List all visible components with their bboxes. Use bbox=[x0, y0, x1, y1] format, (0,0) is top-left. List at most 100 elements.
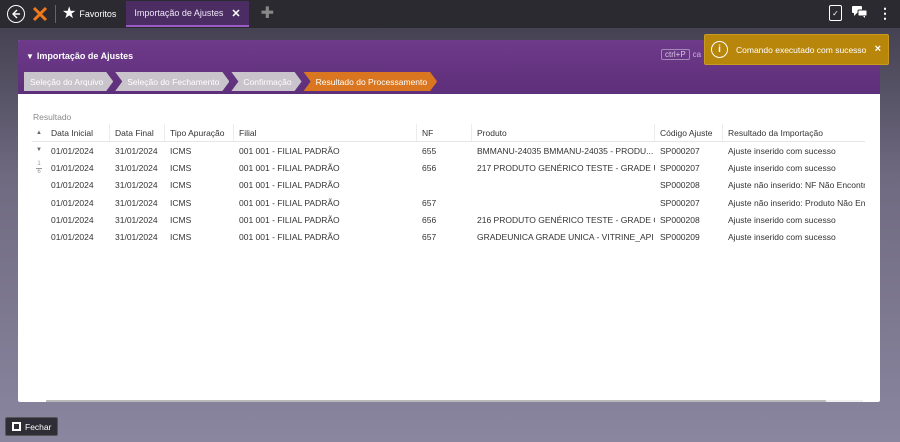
cell-data-final[interactable]: 31/01/2024 bbox=[110, 194, 165, 211]
cell-data-inicial[interactable]: 01/01/2024 bbox=[46, 194, 110, 211]
row-pager[interactable]: 1 6 bbox=[32, 161, 46, 175]
close-icon[interactable]: ✕ bbox=[231, 7, 240, 20]
cell-tipo-apuracao[interactable]: ICMS bbox=[165, 211, 234, 228]
close-icon[interactable]: × bbox=[875, 43, 881, 55]
table-row[interactable]: 01/01/2024 31/01/2024 ICMS 001 001 - FILIAL… bbox=[32, 211, 865, 228]
section-label: Resultado bbox=[33, 112, 72, 122]
back-arrow-icon[interactable] bbox=[7, 5, 25, 23]
cell-filial[interactable]: 001 001 - FILIAL PADRÃO bbox=[234, 142, 417, 159]
cell-data-final[interactable]: 31/01/2024 bbox=[110, 228, 165, 245]
cell-resultado[interactable]: Ajuste inserido com sucesso bbox=[723, 159, 865, 176]
toast-message: Comando executado com sucesso bbox=[736, 44, 867, 55]
cell-filial[interactable]: 001 001 - FILIAL PADRÃO bbox=[234, 194, 417, 211]
cell-resultado[interactable]: Ajuste inserido com sucesso bbox=[723, 211, 865, 228]
sort-asc-icon[interactable]: ▲ bbox=[32, 124, 46, 141]
cell-resultado[interactable]: Ajuste não inserido: Produto Não Enc bbox=[723, 194, 865, 211]
table-row[interactable]: 01/01/2024 31/01/2024 ICMS 001 001 - FILIAL… bbox=[32, 177, 865, 194]
cell-resultado[interactable]: Ajuste inserido com sucesso bbox=[723, 228, 865, 245]
chat-icon[interactable] bbox=[852, 5, 868, 21]
window-title[interactable]: ▼ Importação de Ajustes bbox=[26, 51, 133, 61]
shortcut-key: ctrl+P bbox=[661, 49, 690, 60]
column-header[interactable]: Código Ajuste bbox=[655, 124, 723, 141]
cell-produto[interactable]: 216 PRODUTO GENÉRICO TESTE - GRADE CO... bbox=[472, 211, 655, 228]
close-window-icon bbox=[12, 422, 21, 431]
cell-data-final[interactable]: 31/01/2024 bbox=[110, 159, 165, 176]
cell-filial[interactable]: 001 001 - FILIAL PADRÃO bbox=[234, 211, 417, 228]
step-resultado-processamento[interactable]: Resultado do Processamento bbox=[304, 72, 438, 91]
shortcut-text: ca bbox=[692, 50, 702, 59]
cell-codigo-ajuste[interactable]: SP000207 bbox=[655, 194, 723, 211]
cell-data-inicial[interactable]: 01/01/2024 bbox=[46, 211, 110, 228]
add-tab-icon[interactable]: ✚ bbox=[261, 6, 274, 22]
cell-codigo-ajuste[interactable]: SP000207 bbox=[655, 159, 723, 176]
close-button-label: Fechar bbox=[25, 421, 52, 432]
column-header[interactable]: Produto bbox=[472, 124, 655, 141]
top-bar: ★ Favoritos Importação de Ajustes ✕ ✚ ✓ … bbox=[0, 0, 900, 28]
cell-tipo-apuracao[interactable]: ICMS bbox=[165, 228, 234, 245]
table-row[interactable]: 01/01/2024 31/01/2024 ICMS 001 001 - FILIAL… bbox=[32, 159, 865, 176]
cell-data-final[interactable]: 31/01/2024 bbox=[110, 177, 165, 194]
cell-tipo-apuracao[interactable]: ICMS bbox=[165, 142, 234, 159]
tab-importacao-ajustes[interactable]: Importação de Ajustes ✕ bbox=[126, 1, 249, 27]
row-indicator-column: ▼ 1 6 bbox=[32, 142, 46, 360]
cell-produto[interactable]: BMMANU-24035 BMMANU-24035 - PRODU... bbox=[472, 142, 655, 159]
results-grid: ▲ Data Inicial Data Final Tipo Apuração … bbox=[32, 124, 865, 402]
cell-filial[interactable]: 001 001 - FILIAL PADRÃO bbox=[234, 177, 417, 194]
cell-tipo-apuracao[interactable]: ICMS bbox=[165, 194, 234, 211]
close-button[interactable]: Fechar bbox=[5, 417, 59, 436]
cell-nf[interactable] bbox=[417, 177, 472, 194]
table-row[interactable]: 01/01/2024 31/01/2024 ICMS 001 001 - FILIAL… bbox=[32, 194, 865, 211]
cell-codigo-ajuste[interactable]: SP000208 bbox=[655, 177, 723, 194]
column-header[interactable]: Filial bbox=[234, 124, 417, 141]
collapse-caret-icon[interactable]: ▼ bbox=[26, 52, 34, 61]
clipboard-icon[interactable]: ✓ bbox=[829, 5, 842, 21]
column-header[interactable]: Data Final bbox=[110, 124, 165, 141]
shortcut-hint: ctrl+P ca bbox=[661, 49, 701, 60]
column-header[interactable]: Tipo Apuração bbox=[165, 124, 234, 141]
cell-nf[interactable]: 657 bbox=[417, 228, 472, 245]
cell-resultado[interactable]: Ajuste inserido com sucesso bbox=[723, 142, 865, 159]
grid-body: 01/01/2024 31/01/2024 ICMS 001 001 - FILIAL… bbox=[32, 142, 865, 246]
cell-produto[interactable] bbox=[472, 177, 655, 194]
favorites-label: Favoritos bbox=[79, 9, 117, 19]
cell-data-final[interactable]: 31/01/2024 bbox=[110, 142, 165, 159]
cell-resultado[interactable]: Ajuste não inserido: NF Não Encontra bbox=[723, 177, 865, 194]
step-selecao-arquivo[interactable]: Seleção do Arquivo bbox=[24, 72, 113, 91]
column-header[interactable]: Resultado da Importação bbox=[723, 124, 865, 141]
step-confirmacao[interactable]: Confirmação bbox=[231, 72, 301, 91]
cell-data-final[interactable]: 31/01/2024 bbox=[110, 211, 165, 228]
current-row-icon: ▼ bbox=[36, 147, 42, 153]
wizard-steps: Seleção do Arquivo Seleção do Fechamento… bbox=[24, 72, 439, 91]
table-row[interactable]: 01/01/2024 31/01/2024 ICMS 001 001 - FILIAL… bbox=[32, 228, 865, 245]
step-selecao-fechamento[interactable]: Seleção do Fechamento bbox=[115, 72, 229, 91]
tab-label: Importação de Ajustes bbox=[134, 8, 224, 18]
cell-tipo-apuracao[interactable]: ICMS bbox=[165, 177, 234, 194]
cell-codigo-ajuste[interactable]: SP000208 bbox=[655, 211, 723, 228]
cell-produto[interactable]: GRADEUNICA GRADE UNICA - VITRINE_API bbox=[472, 228, 655, 245]
import-window: ▼ Importação de Ajustes ctrl+P ca Seleção… bbox=[18, 40, 880, 402]
cell-filial[interactable]: 001 001 - FILIAL PADRÃO bbox=[234, 159, 417, 176]
table-row[interactable]: 01/01/2024 31/01/2024 ICMS 001 001 - FILIAL… bbox=[32, 142, 865, 159]
cell-nf[interactable]: 656 bbox=[417, 211, 472, 228]
cell-filial[interactable]: 001 001 - FILIAL PADRÃO bbox=[234, 228, 417, 245]
horizontal-scrollbar-thumb[interactable] bbox=[46, 400, 826, 402]
column-header[interactable]: Data Inicial bbox=[46, 124, 110, 141]
cell-tipo-apuracao[interactable]: ICMS bbox=[165, 159, 234, 176]
cell-nf[interactable]: 655 bbox=[417, 142, 472, 159]
cell-nf[interactable]: 656 bbox=[417, 159, 472, 176]
cell-codigo-ajuste[interactable]: SP000207 bbox=[655, 142, 723, 159]
cell-data-inicial[interactable]: 01/01/2024 bbox=[46, 142, 110, 159]
cell-produto[interactable] bbox=[472, 194, 655, 211]
favorites-button[interactable]: ★ Favoritos bbox=[62, 6, 116, 22]
star-icon: ★ bbox=[62, 5, 77, 22]
cell-nf[interactable]: 657 bbox=[417, 194, 472, 211]
cell-data-inicial[interactable]: 01/01/2024 bbox=[46, 228, 110, 245]
cell-codigo-ajuste[interactable]: SP000209 bbox=[655, 228, 723, 245]
column-header[interactable]: NF bbox=[417, 124, 472, 141]
cell-data-inicial[interactable]: 01/01/2024 bbox=[46, 177, 110, 194]
app-logo-icon[interactable] bbox=[31, 5, 49, 23]
cell-produto[interactable]: 217 PRODUTO GENÉRICO TESTE - GRADE U... bbox=[472, 159, 655, 176]
info-icon: i bbox=[711, 41, 728, 58]
cell-data-inicial[interactable]: 01/01/2024 bbox=[46, 159, 110, 176]
more-options-icon[interactable]: ⋮ bbox=[878, 6, 892, 20]
